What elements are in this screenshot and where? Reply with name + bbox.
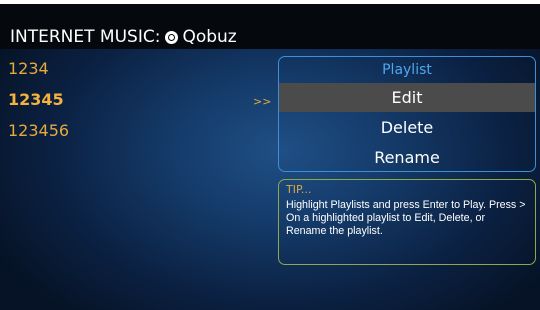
header-bar: INTERNET MUSIC: Qobuz xyxy=(0,4,540,49)
playlist-list: 1234 12345 123456 xyxy=(8,56,69,149)
page-title: INTERNET MUSIC: Qobuz xyxy=(10,26,237,48)
tv-screen: INTERNET MUSIC: Qobuz 1234 12345 123456 … xyxy=(0,4,540,310)
playlist-item-12345[interactable]: 12345 xyxy=(8,87,69,118)
playlist-context-menu: Playlist Edit Delete Rename xyxy=(278,56,536,172)
selection-arrow: >> xyxy=(253,95,272,108)
menu-item-delete[interactable]: Delete xyxy=(279,113,535,142)
menu-title: Playlist xyxy=(382,62,432,78)
menu-item-edit[interactable]: Edit xyxy=(279,83,535,112)
qobuz-logo-icon xyxy=(165,30,179,44)
menu-item-rename[interactable]: Rename xyxy=(279,143,535,171)
tip-title: TIP... xyxy=(286,183,312,196)
tip-body: Highlight Playlists and press Enter to P… xyxy=(286,199,526,237)
service-name: Qobuz xyxy=(182,27,237,47)
tip-box: TIP... Highlight Playlists and press Ent… xyxy=(278,179,536,265)
section-title: INTERNET MUSIC: xyxy=(10,27,161,47)
playlist-item-123456[interactable]: 123456 xyxy=(8,118,69,149)
playlist-item-1234[interactable]: 1234 xyxy=(8,56,69,87)
